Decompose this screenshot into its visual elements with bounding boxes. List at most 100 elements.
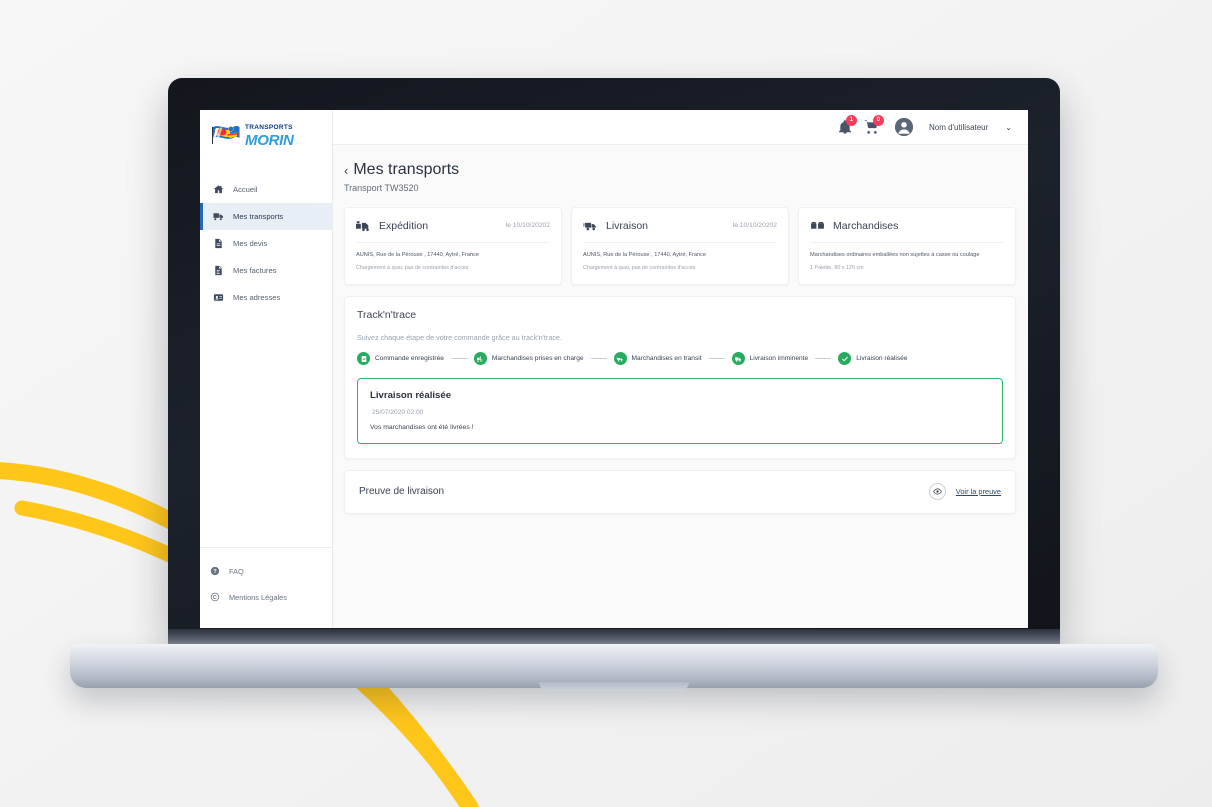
avatar[interactable] xyxy=(894,118,913,136)
track-status-message: Vos marchandises ont été livrées ! xyxy=(370,424,474,431)
svg-text:?: ? xyxy=(213,569,216,575)
sidebar-item-accueil[interactable]: Accueil xyxy=(200,176,332,203)
track-step-livraison-realisee[interactable]: Livraison réalisée xyxy=(838,352,908,365)
card-header: Expédition le 10/10/20202 xyxy=(356,218,550,233)
home-icon xyxy=(213,184,224,195)
delivery-truck-icon xyxy=(583,218,598,233)
sidebar-item-mes-devis[interactable]: Mes devis xyxy=(200,230,332,257)
proof-of-delivery-panel: Preuve de livraison Voir la preuve xyxy=(344,470,1016,514)
track-step-label: Commande enregistrée xyxy=(375,355,444,362)
sidebar: TRANSPORTS MORIN Accueil Mes transports … xyxy=(200,110,333,628)
application-window: TRANSPORTS MORIN Accueil Mes transports … xyxy=(200,110,1028,628)
track-step-label: Livraison réalisée xyxy=(856,355,908,362)
main-content: ‹ Mes transports Transport TW3520 Expédi… xyxy=(333,110,1028,628)
document-icon xyxy=(213,238,224,249)
transit-truck-icon xyxy=(613,352,627,365)
sidebar-item-mes-transports[interactable]: Mes transports xyxy=(200,203,332,230)
laptop-base-notch xyxy=(539,682,689,691)
sidebar-item-mes-adresses[interactable]: Mes adresses xyxy=(200,284,332,311)
track-steps: Commande enregistrée Marchandises prises… xyxy=(357,352,1003,365)
address-book-icon xyxy=(213,292,224,303)
copyright-icon xyxy=(210,592,220,602)
bell-icon[interactable]: 1 xyxy=(837,115,857,135)
card-address: AUNIS, Rue de la Pérouse , 17440, Aytré,… xyxy=(583,252,707,258)
card-marchandises: Marchandises Marchandises ordinaires emb… xyxy=(798,207,1016,285)
card-title: Marchandises xyxy=(833,219,899,232)
truck-icon xyxy=(213,211,224,222)
sidebar-footer-label: Mentions Légales xyxy=(229,592,287,602)
clipboard-check-icon xyxy=(357,352,370,365)
card-divider xyxy=(810,242,1004,243)
track-step-label: Marchandises prises en charge xyxy=(491,355,584,362)
laptop-screen: TRANSPORTS MORIN Accueil Mes transports … xyxy=(200,110,1028,628)
card-header: Livraison le 10/10/20202 xyxy=(583,218,777,233)
shipment-truck-icon xyxy=(356,218,371,233)
track-step-label: Marchandises en transit xyxy=(631,355,702,362)
cart-icon[interactable]: 0 xyxy=(864,115,884,135)
van-icon xyxy=(731,352,745,365)
track-status-timestamp: 25/07/2020 02:00 xyxy=(372,409,424,416)
card-divider xyxy=(356,242,550,243)
track-panel-subtitle: Suivez chaque étape de votre commande gr… xyxy=(357,333,562,342)
page-header: ‹ Mes transports Transport TW3520 xyxy=(344,145,1016,195)
boxes-icon xyxy=(810,218,825,233)
cart-badge: 0 xyxy=(872,115,884,126)
sidebar-item-label: Mes adresses xyxy=(233,293,281,302)
question-circle-icon: ? xyxy=(210,566,220,576)
track-step-marchandises-en-transit[interactable]: Marchandises en transit xyxy=(613,352,702,365)
track-step-livraison-imminente[interactable]: Livraison imminente xyxy=(731,352,809,365)
tracknt race-panel: Track'n'trace Suivez chaque étape de vot… xyxy=(344,296,1016,459)
laptop-mockup: TRANSPORTS MORIN Accueil Mes transports … xyxy=(70,78,1158,718)
invoice-icon xyxy=(213,265,224,276)
card-date: le 10/10/20202 xyxy=(505,222,550,229)
sidebar-item-label: Accueil xyxy=(233,185,258,194)
brand-logo-text: TRANSPORTS MORIN xyxy=(245,123,294,149)
card-address: Marchandises ordinaires emballées non su… xyxy=(810,252,980,258)
page-title: ‹ Mes transports xyxy=(344,161,1016,179)
card-note: Chargement à quai, pas de contraintes d'… xyxy=(583,265,696,272)
card-note: 1 Palette, 80 x 120 cm xyxy=(810,265,864,272)
summary-cards: Expédition le 10/10/20202 AUNIS, Rue de … xyxy=(344,207,1016,285)
page-subtitle: Transport TW3520 xyxy=(344,183,419,193)
card-title: Expédition xyxy=(379,219,429,232)
track-status-box: Livraison réalisée 25/07/2020 02:00 Vos … xyxy=(357,378,1003,444)
card-note: Chargement à quai, pas de contraintes d'… xyxy=(356,265,469,272)
card-expedition: Expédition le 10/10/20202 AUNIS, Rue de … xyxy=(344,207,562,285)
card-address: AUNIS, Rue de la Pérouse , 17440, Aytré,… xyxy=(356,252,480,258)
track-status-title: Livraison réalisée xyxy=(370,390,452,401)
step-connector xyxy=(590,358,607,359)
flag-icon xyxy=(212,126,240,144)
track-step-marchandises-prises-en-charge[interactable]: Marchandises prises en charge xyxy=(473,352,584,365)
track-step-commande-enregistree[interactable]: Commande enregistrée xyxy=(357,352,444,365)
forklift-icon xyxy=(473,352,487,365)
card-date: le 10/10/20202 xyxy=(732,222,777,229)
eye-icon[interactable] xyxy=(928,483,946,500)
sidebar-item-label: Mes transports xyxy=(233,212,284,221)
check-icon xyxy=(838,352,852,365)
view-proof-link[interactable]: Voir la preuve xyxy=(956,487,1001,496)
sidebar-item-label: Mes factures xyxy=(233,266,277,275)
username-label: Nom d'utilisateur xyxy=(928,122,989,132)
card-title: Livraison xyxy=(606,219,649,232)
sidebar-footer-label: FAQ xyxy=(229,566,244,576)
brand-logo-line2: MORIN xyxy=(245,131,294,149)
brand-logo[interactable]: TRANSPORTS MORIN xyxy=(200,110,332,168)
track-step-label: Livraison imminente xyxy=(749,355,809,362)
sidebar-item-mentions-legales[interactable]: Mentions Légales xyxy=(200,584,332,610)
back-chevron-icon[interactable]: ‹ xyxy=(344,164,348,177)
card-header: Marchandises xyxy=(810,218,1004,233)
sidebar-item-mes-factures[interactable]: Mes factures xyxy=(200,257,332,284)
chevron-down-icon[interactable]: ⌄ xyxy=(1005,123,1012,132)
sidebar-nav: Accueil Mes transports Mes devis Mes fac… xyxy=(200,176,332,311)
sidebar-item-faq[interactable]: ? FAQ xyxy=(200,558,332,584)
sidebar-footer: ? FAQ Mentions Légales xyxy=(200,547,332,628)
proof-panel-title: Preuve de livraison xyxy=(359,486,445,497)
track-panel-title: Track'n'trace xyxy=(357,309,417,321)
card-livraison: Livraison le 10/10/20202 AUNIS, Rue de l… xyxy=(571,207,789,285)
notification-badge: 1 xyxy=(845,115,857,126)
page-title-text: Mes transports xyxy=(353,161,460,178)
step-connector xyxy=(450,358,467,359)
step-connector xyxy=(708,358,725,359)
step-connector xyxy=(815,358,832,359)
